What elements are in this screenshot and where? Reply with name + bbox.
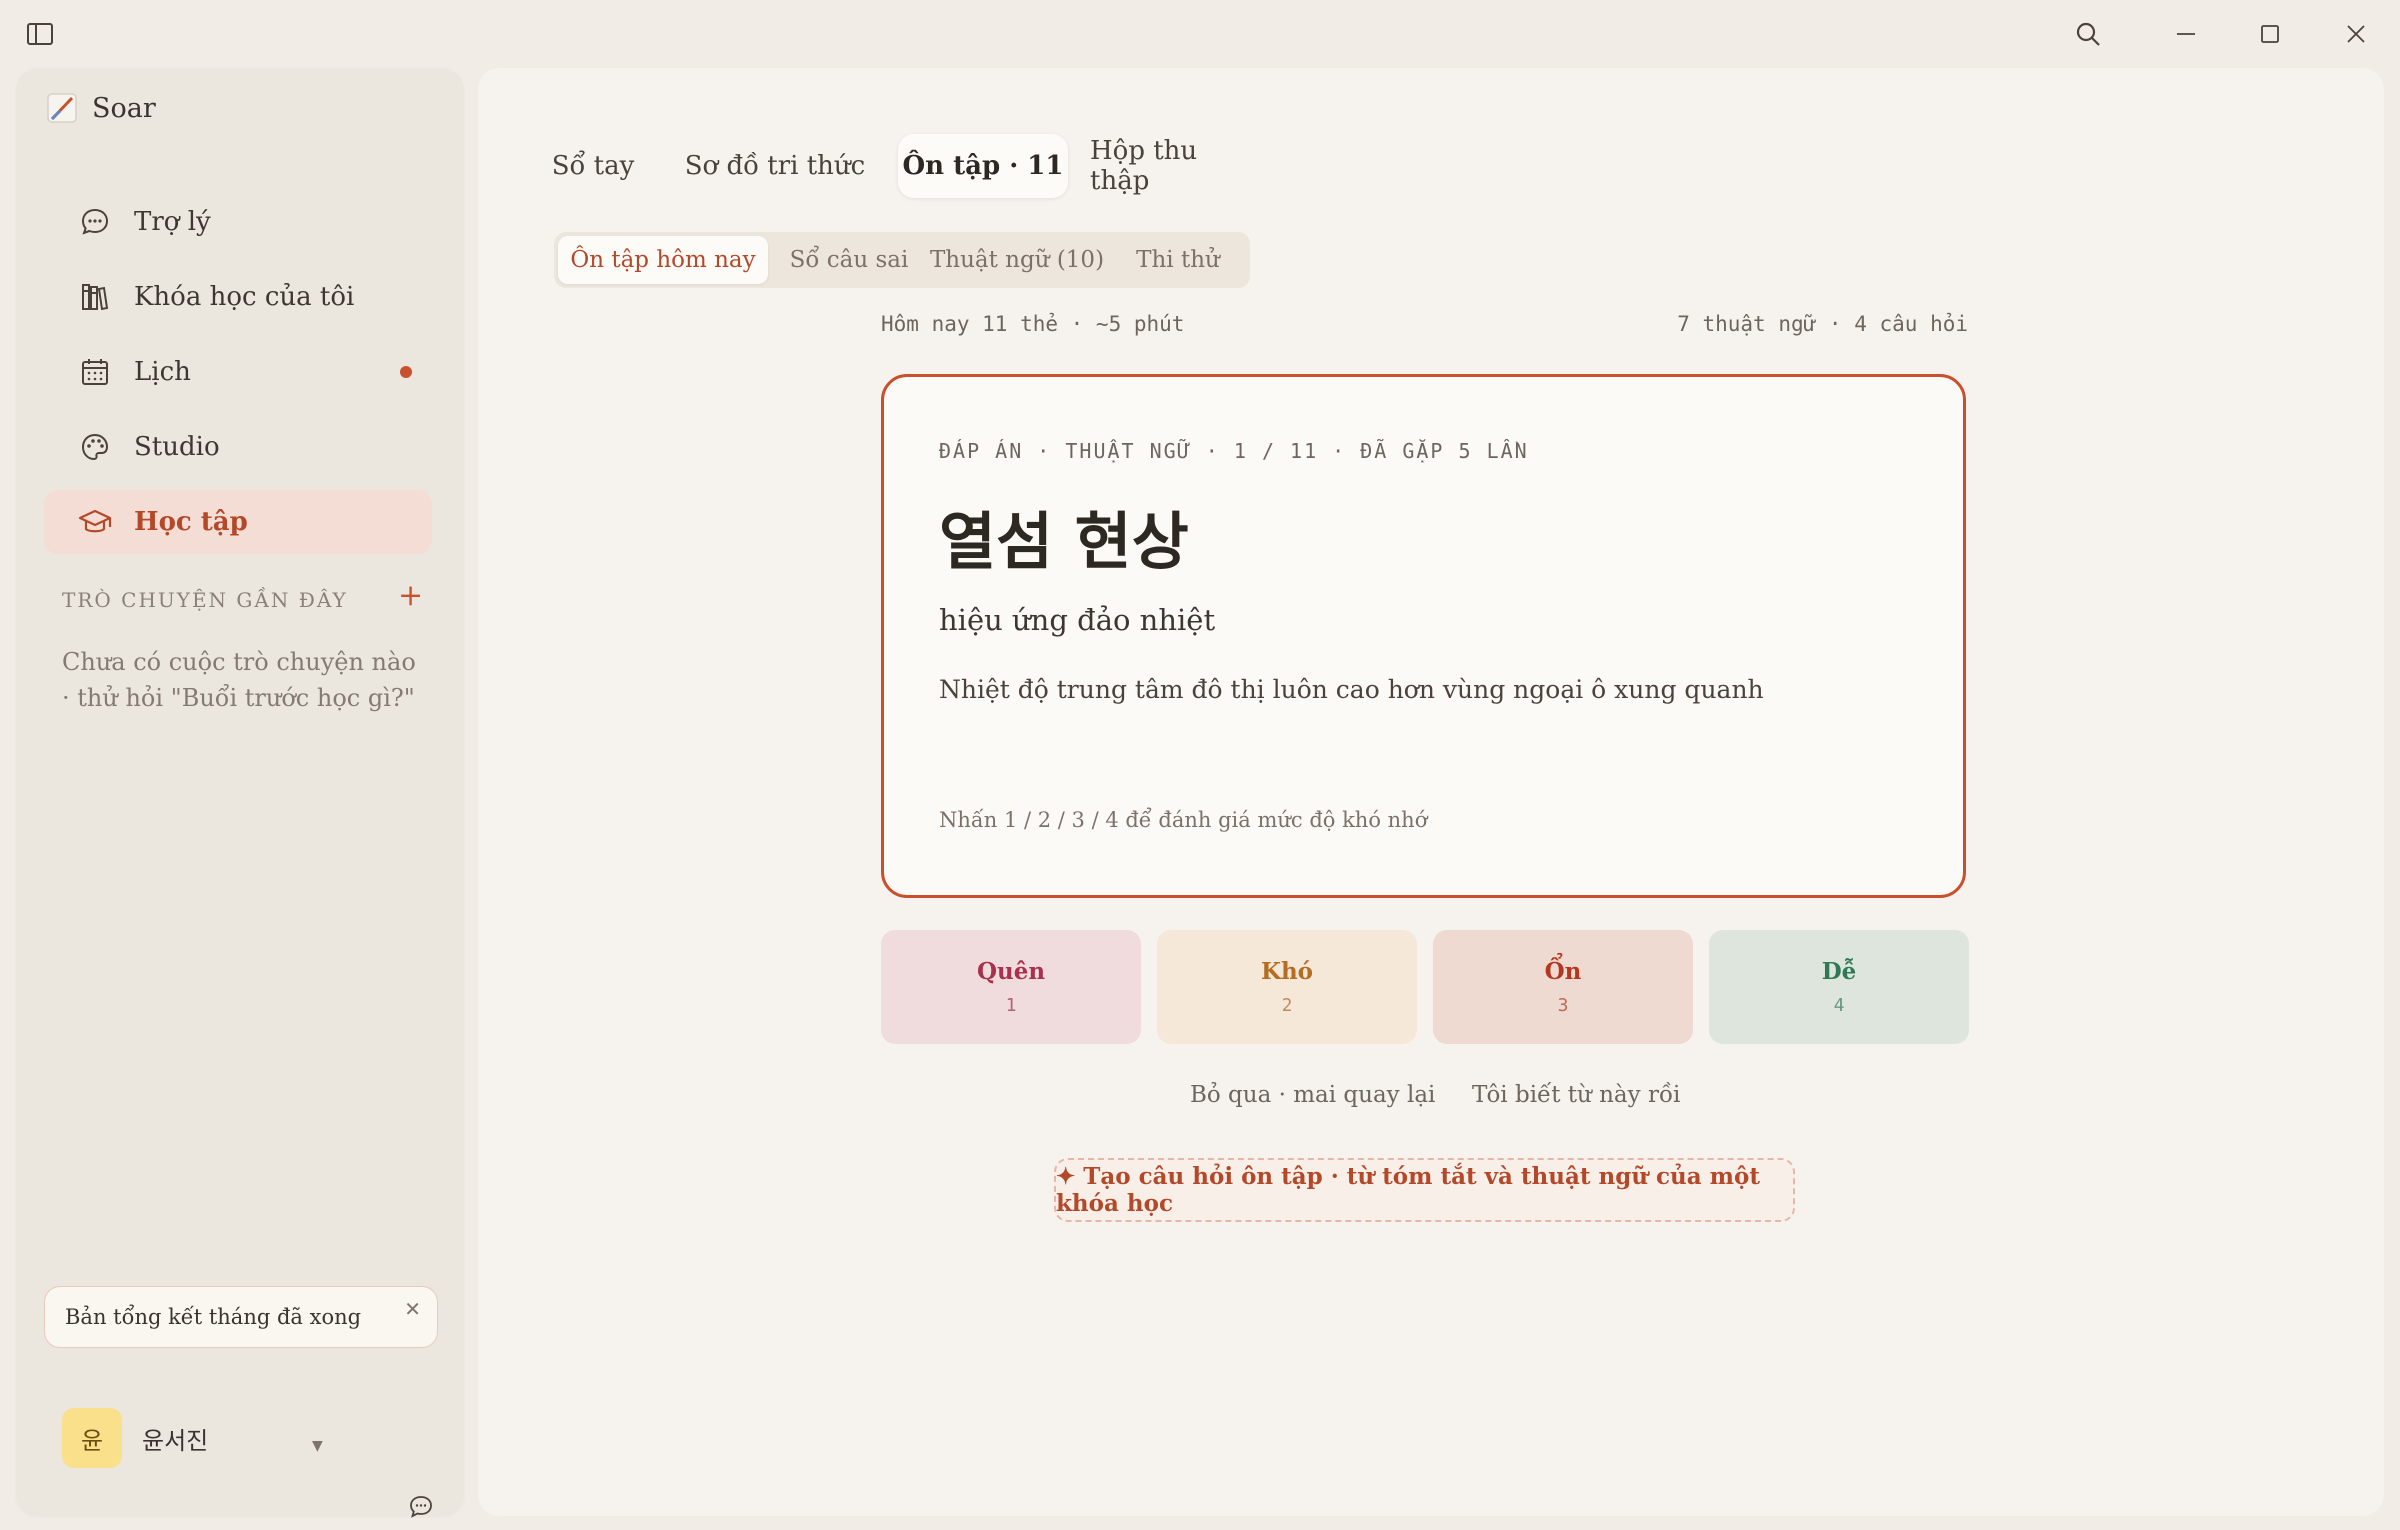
avatar: 윤 xyxy=(62,1408,122,1468)
skip-link[interactable]: Bỏ qua · mai quay lại xyxy=(1190,1082,1435,1108)
app-logo-icon xyxy=(47,93,77,123)
tab-inbox[interactable]: Hộp thu thập xyxy=(1090,134,1250,198)
card-meaning: hiệu ứng đảo nhiệt xyxy=(939,603,1216,637)
monthly-summary-toast[interactable]: Bản tổng kết tháng đã xong ✕ xyxy=(44,1286,438,1348)
rating-forgot-button[interactable]: Quên 1 xyxy=(881,930,1141,1044)
notification-dot xyxy=(400,366,412,378)
rating-key: 1 xyxy=(1005,995,1017,1016)
generate-review-questions-button[interactable]: ✦ Tạo câu hỏi ôn tập · từ tóm tắt và thu… xyxy=(1054,1158,1795,1222)
close-icon[interactable]: ✕ xyxy=(404,1297,421,1321)
rating-key: 4 xyxy=(1833,995,1845,1016)
toast-text: Bản tổng kết tháng đã xong xyxy=(65,1305,362,1329)
recent-chats-heading: TRÒ CHUYỆN GẦN ĐÂY xyxy=(62,588,348,612)
palette-icon xyxy=(78,430,112,464)
card-hint: Nhấn 1 / 2 / 3 / 4 để đánh giá mức độ kh… xyxy=(939,808,1428,832)
already-known-link[interactable]: Tôi biết từ này rồi xyxy=(1472,1082,1680,1108)
app-name: Soar xyxy=(92,92,156,124)
rating-label: Quên xyxy=(976,958,1046,985)
sidebar-item-calendar[interactable]: Lịch xyxy=(44,340,432,404)
subtab-mock-test[interactable]: Thi thử xyxy=(1110,236,1246,284)
card-description: Nhiệt độ trung tâm đô thị luôn cao hơn v… xyxy=(939,675,1764,704)
chevron-down-icon[interactable]: ▼ xyxy=(312,1438,323,1454)
sidebar-toggle-icon[interactable] xyxy=(20,14,60,54)
rating-easy-button[interactable]: Dễ 4 xyxy=(1709,930,1969,1044)
tab-review[interactable]: Ôn tập · 11 xyxy=(898,134,1068,198)
sidebar-item-learning[interactable]: Học tập xyxy=(44,490,432,554)
sidebar-item-assistant[interactable]: Trợ lý xyxy=(44,190,432,254)
feedback-icon[interactable] xyxy=(408,1494,434,1524)
sidebar-item-label: Trợ lý xyxy=(134,207,211,237)
search-icon[interactable] xyxy=(2068,14,2108,54)
rating-key: 3 xyxy=(1557,995,1569,1016)
books-icon xyxy=(78,280,112,314)
card-label: ĐÁP ÁN · THUẬT NGỮ · 1 / 11 · ĐÃ GẶP 5 L… xyxy=(939,439,1529,463)
calendar-icon xyxy=(78,355,112,389)
sidebar: Soar Trợ lý Khóa học của tôi Lịch Studio… xyxy=(16,68,464,1518)
title-bar xyxy=(0,0,2400,66)
sidebar-item-label: Học tập xyxy=(134,507,248,537)
flashcard[interactable]: ĐÁP ÁN · THUẬT NGỮ · 1 / 11 · ĐÃ GẶP 5 L… xyxy=(881,374,1966,898)
minimize-icon[interactable] xyxy=(2166,14,2206,54)
main-panel: Sổ tay Sơ đồ tri thức Ôn tập · 11 Hộp th… xyxy=(478,68,2384,1516)
graduation-cap-icon xyxy=(78,505,112,539)
review-breakdown: 7 thuật ngữ · 4 câu hỏi xyxy=(1677,312,1968,336)
chat-bubble-icon xyxy=(78,205,112,239)
review-subtabs: Ôn tập hôm nay Sổ câu sai Thuật ngữ (10)… xyxy=(554,232,1250,288)
sidebar-item-label: Studio xyxy=(134,432,220,462)
rating-label: Ổn xyxy=(1544,958,1582,985)
tab-notebook[interactable]: Sổ tay xyxy=(542,134,644,198)
recent-chats-empty: Chưa có cuộc trò chuyện nào · thử hỏi "B… xyxy=(62,648,416,712)
subtab-terms[interactable]: Thuật ngữ (10) xyxy=(928,236,1106,284)
sidebar-item-my-courses[interactable]: Khóa học của tôi xyxy=(44,265,432,329)
sidebar-item-studio[interactable]: Studio xyxy=(44,415,432,479)
close-icon[interactable] xyxy=(2336,14,2376,54)
rating-hard-button[interactable]: Khó 2 xyxy=(1157,930,1417,1044)
rating-ok-button[interactable]: Ổn 3 xyxy=(1433,930,1693,1044)
subtab-today-review[interactable]: Ôn tập hôm nay xyxy=(558,236,768,284)
new-chat-button[interactable]: + xyxy=(398,578,423,613)
sidebar-item-label: Lịch xyxy=(134,357,191,387)
rating-key: 2 xyxy=(1281,995,1293,1016)
review-summary: Hôm nay 11 thẻ · ~5 phút xyxy=(881,312,1185,336)
card-term: 열섬 현상 xyxy=(939,505,1189,578)
sidebar-item-label: Khóa học của tôi xyxy=(134,282,355,312)
user-name: 윤서진 xyxy=(142,1426,209,1455)
tab-knowledge-map[interactable]: Sơ đồ tri thức xyxy=(674,134,876,198)
rating-label: Khó xyxy=(1260,958,1314,985)
subtab-mistakes[interactable]: Sổ câu sai xyxy=(774,236,924,284)
app-brand[interactable]: Soar xyxy=(46,92,156,124)
maximize-icon[interactable] xyxy=(2250,14,2290,54)
user-profile[interactable]: 윤 윤서진 xyxy=(62,1408,208,1468)
rating-label: Dễ xyxy=(1821,958,1857,985)
